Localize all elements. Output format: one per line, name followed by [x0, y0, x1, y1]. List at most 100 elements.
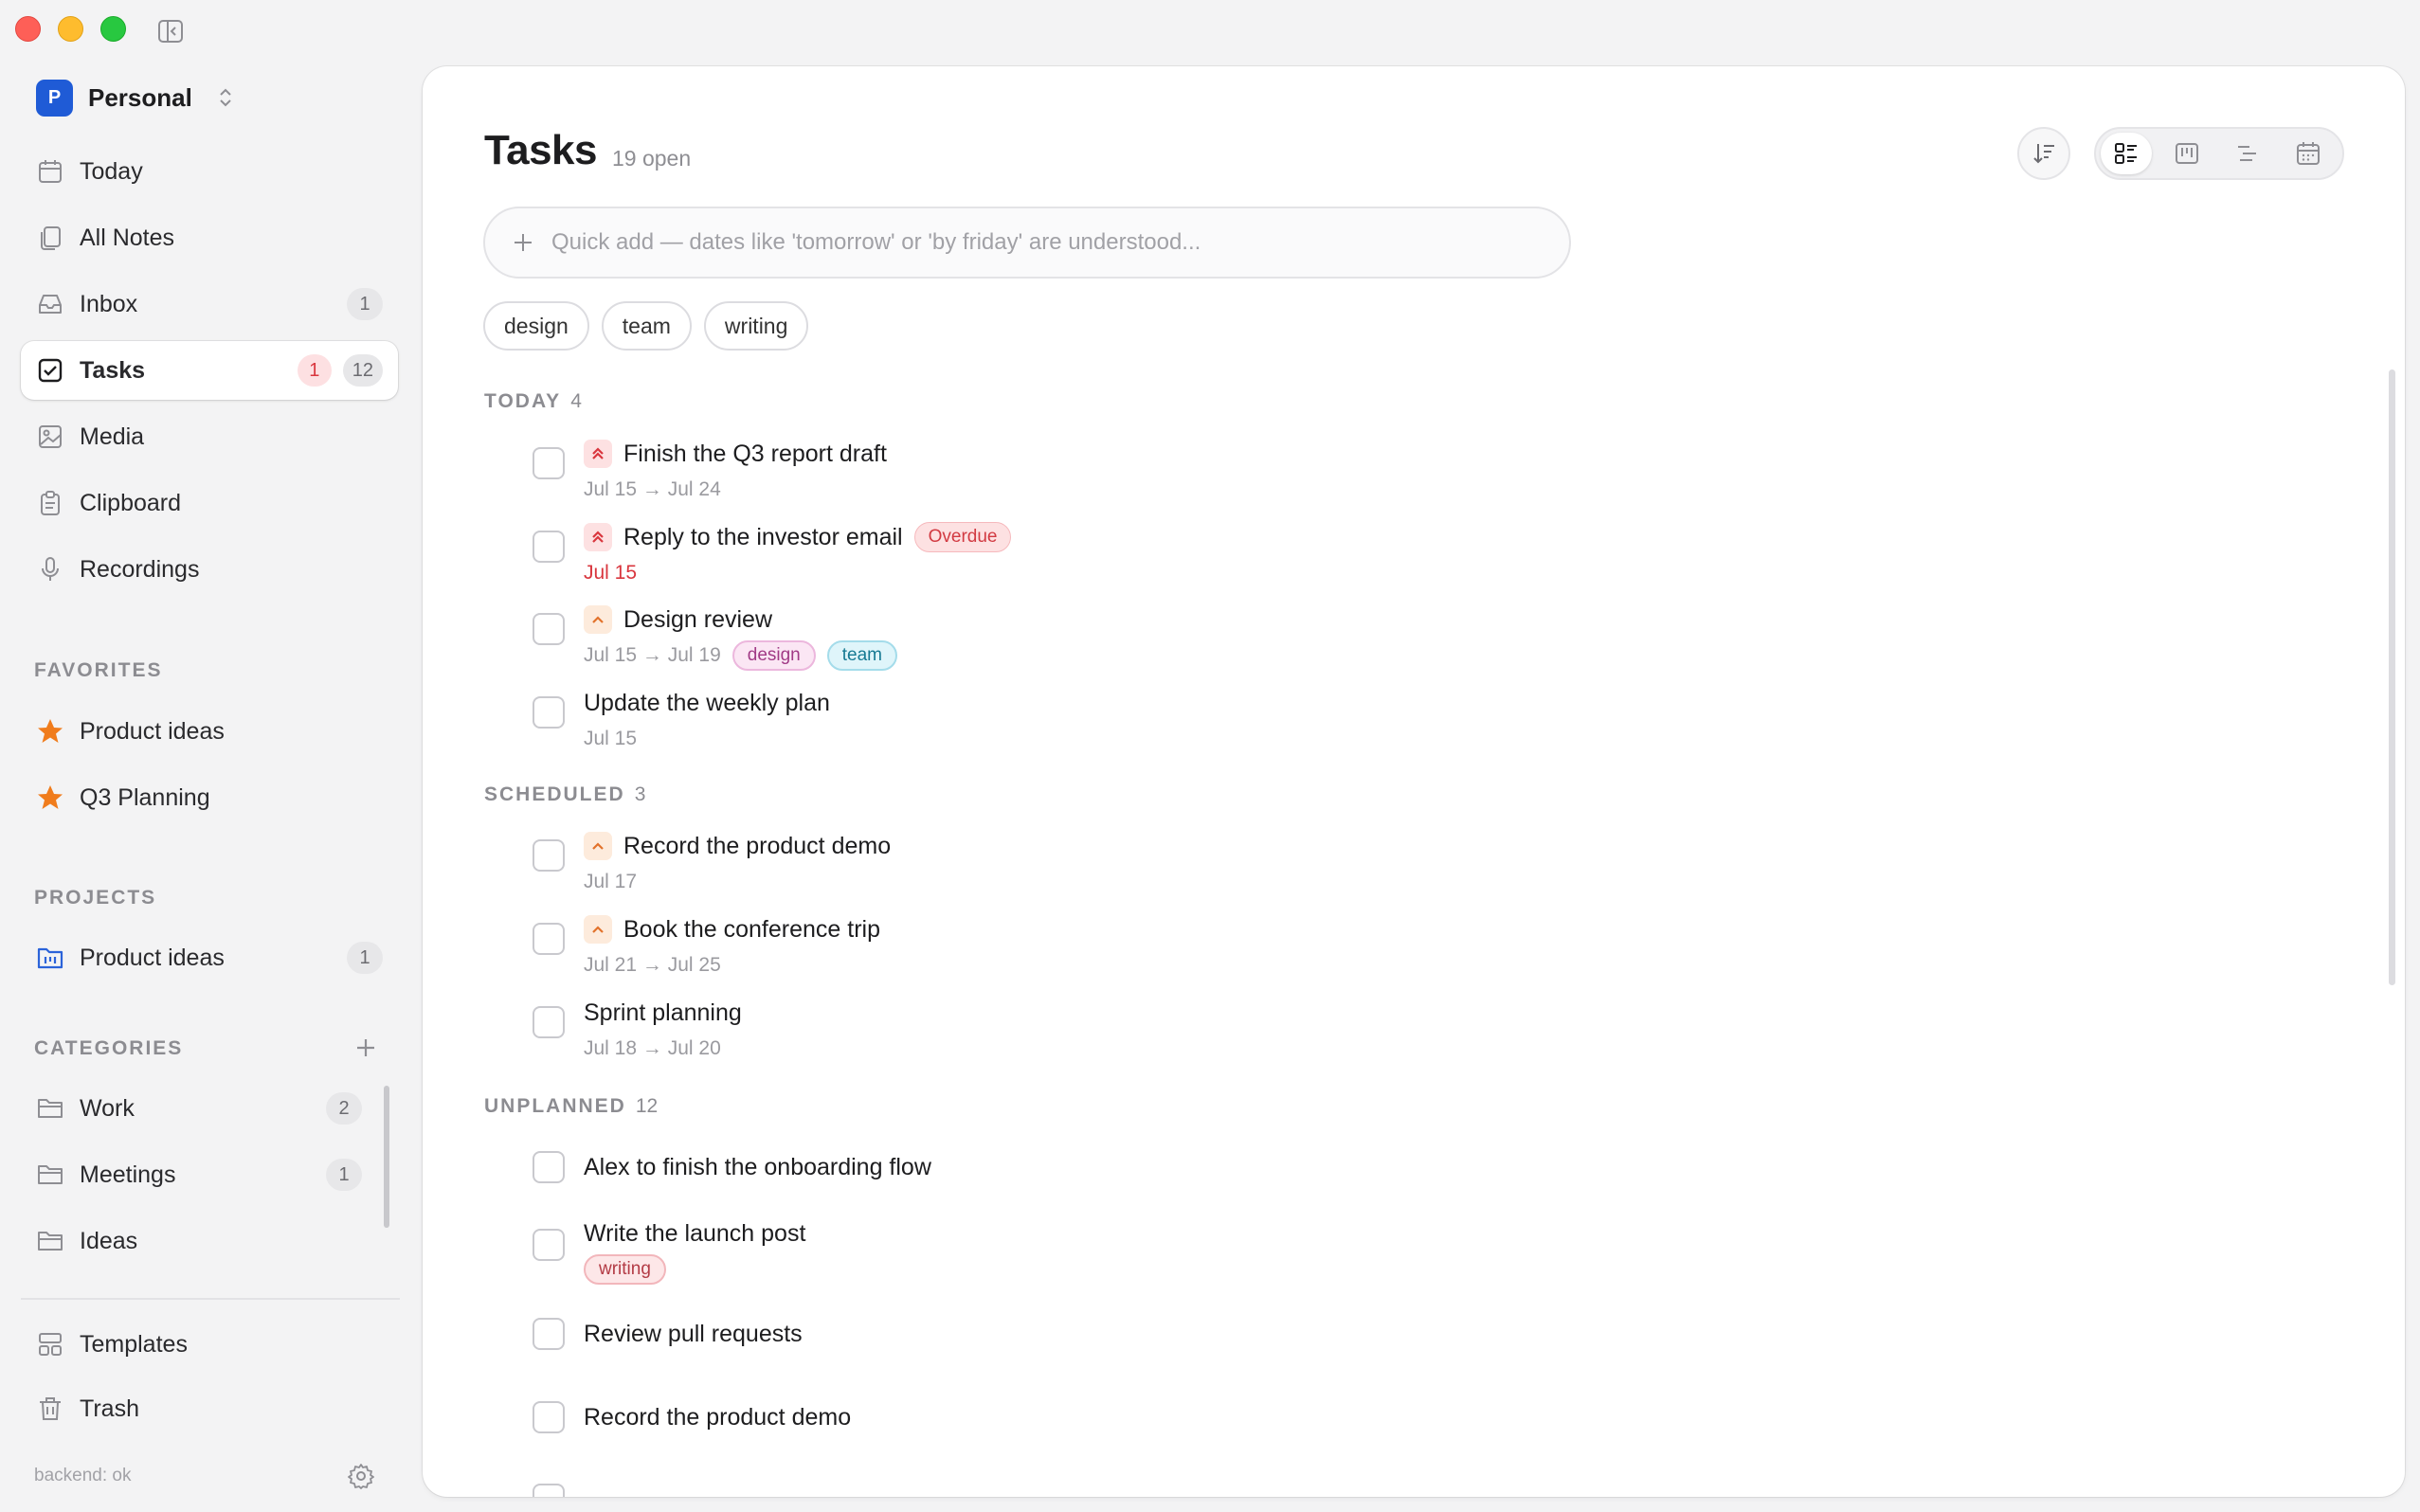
- group-count: 12: [635, 1095, 659, 1117]
- folder-icon: [36, 1094, 64, 1123]
- sidebar-scrollbar[interactable]: [384, 1086, 389, 1228]
- task-title: Reply to the investor email: [623, 523, 903, 550]
- nav-media[interactable]: Media: [21, 407, 398, 466]
- quick-add-input[interactable]: [551, 229, 1556, 256]
- categories-section-label: CATEGORIES: [34, 1037, 184, 1059]
- project-folder-icon: [36, 944, 64, 972]
- folder-icon: [36, 1227, 64, 1255]
- category-meetings[interactable]: Meetings 1: [21, 1145, 377, 1204]
- task-title: Update the weekly plan: [584, 689, 830, 716]
- list-view-icon: [2115, 143, 2137, 164]
- task-checkbox[interactable]: [533, 613, 565, 645]
- tasks-count-badge: 12: [342, 354, 383, 387]
- tag-writing[interactable]: writing: [584, 1254, 666, 1285]
- task-checkbox[interactable]: [533, 1229, 565, 1261]
- nav-label: Ideas: [80, 1227, 138, 1254]
- category-work[interactable]: Work 2: [21, 1079, 377, 1138]
- checkbox-icon: [36, 356, 64, 385]
- filter-chip-design[interactable]: design: [483, 301, 589, 351]
- task-title: Design review: [623, 605, 773, 633]
- list-view-button[interactable]: [2101, 133, 2152, 174]
- filter-chip-team[interactable]: team: [601, 301, 692, 351]
- tag-design[interactable]: design: [731, 640, 816, 671]
- task-title: Sprint planning: [584, 999, 742, 1026]
- nav-templates[interactable]: Templates: [21, 1315, 398, 1374]
- group-count: 4: [570, 390, 582, 412]
- project-count-badge: 1: [347, 942, 383, 974]
- sidebar-divider: [21, 1298, 400, 1300]
- task-dates: Jul 15 → Jul 24: [584, 478, 721, 500]
- tag-filters: design team writing: [483, 301, 809, 351]
- projects-section-label: PROJECTS: [34, 887, 157, 909]
- task-checkbox[interactable]: [533, 531, 565, 563]
- workspace-switcher[interactable]: P Personal: [36, 79, 234, 117]
- gear-icon[interactable]: [348, 1463, 374, 1489]
- overdue-count-badge: 1: [297, 354, 332, 387]
- nav-trash[interactable]: Trash: [21, 1379, 398, 1438]
- nav-label: All Notes: [80, 224, 175, 251]
- board-view-button[interactable]: [2161, 133, 2212, 174]
- high-priority-icon: [584, 523, 612, 551]
- task-checkbox[interactable]: [533, 1318, 565, 1350]
- nav-label: Trash: [80, 1395, 139, 1422]
- open-count: 19 open: [612, 146, 692, 171]
- backend-status: backend: ok: [34, 1466, 132, 1485]
- task-dates: Jul 15: [584, 728, 638, 749]
- calendar-view-button[interactable]: [2283, 133, 2334, 174]
- nav-all-notes[interactable]: All Notes: [21, 208, 398, 267]
- calendar-icon: [2297, 142, 2320, 165]
- group-header-unplanned[interactable]: UNPLANNED 12: [484, 1095, 658, 1118]
- favorite-product-ideas[interactable]: Product ideas: [21, 702, 398, 761]
- medium-priority-icon: [584, 832, 612, 860]
- category-count-badge: 2: [326, 1092, 362, 1125]
- quick-add-field[interactable]: [483, 207, 1571, 279]
- task-checkbox[interactable]: [533, 447, 565, 479]
- project-product-ideas[interactable]: Product ideas 1: [21, 928, 398, 987]
- nav-clipboard[interactable]: Clipboard: [21, 474, 398, 532]
- task-dates: Jul 21 → Jul 25: [584, 954, 721, 976]
- microphone-icon: [36, 555, 64, 584]
- tasks-panel: Tasks 19 open Quick add — dates like 'to…: [423, 66, 2405, 1497]
- nav-label: Product ideas: [80, 944, 225, 971]
- main-scrollbar[interactable]: [2389, 369, 2395, 985]
- task-checkbox[interactable]: [533, 1401, 565, 1433]
- task-checkbox[interactable]: [533, 696, 565, 729]
- timeline-view-button[interactable]: [2222, 133, 2273, 174]
- notes-icon: [36, 224, 64, 252]
- overdue-badge: Overdue: [913, 522, 1012, 552]
- task-checkbox[interactable]: [533, 1151, 565, 1183]
- task-title: Record the product demo: [584, 1403, 852, 1431]
- nav-label: Meetings: [80, 1161, 176, 1188]
- nav-tasks[interactable]: Tasks 1 12: [21, 341, 398, 400]
- workspace-avatar: P: [36, 79, 73, 117]
- nav-today[interactable]: Today: [21, 142, 398, 201]
- favorite-q3-planning[interactable]: Q3 Planning: [21, 768, 398, 827]
- sort-button[interactable]: [2017, 127, 2070, 180]
- nav-label: Inbox: [80, 290, 138, 317]
- nav-label: Clipboard: [80, 489, 182, 516]
- category-ideas[interactable]: Ideas: [21, 1212, 377, 1270]
- task-checkbox[interactable]: [533, 839, 565, 872]
- add-category-icon[interactable]: [353, 1035, 378, 1060]
- task-checkbox[interactable]: [533, 1006, 565, 1038]
- group-label: SCHEDULED: [484, 783, 625, 805]
- sort-icon: [2033, 144, 2054, 164]
- star-icon: [36, 783, 64, 812]
- nav-label: Today: [80, 157, 143, 185]
- kanban-icon: [2176, 143, 2198, 164]
- nav-inbox[interactable]: Inbox 1: [21, 275, 398, 333]
- task-title: Review pull requests: [584, 1320, 803, 1347]
- tag-team[interactable]: team: [826, 640, 897, 671]
- nav-recordings[interactable]: Recordings: [21, 540, 398, 599]
- nav-label: Templates: [80, 1330, 188, 1358]
- group-header-scheduled[interactable]: SCHEDULED 3: [484, 783, 645, 806]
- filter-chip-writing[interactable]: writing: [703, 301, 809, 351]
- image-icon: [36, 423, 64, 451]
- nav-label: Work: [80, 1094, 135, 1122]
- group-header-today[interactable]: TODAY 4: [484, 390, 582, 413]
- view-switcher: [2094, 127, 2344, 180]
- task-dates: Jul 15: [584, 562, 638, 584]
- task-checkbox[interactable]: [533, 1484, 565, 1497]
- task-checkbox[interactable]: [533, 923, 565, 955]
- high-priority-icon: [584, 440, 612, 468]
